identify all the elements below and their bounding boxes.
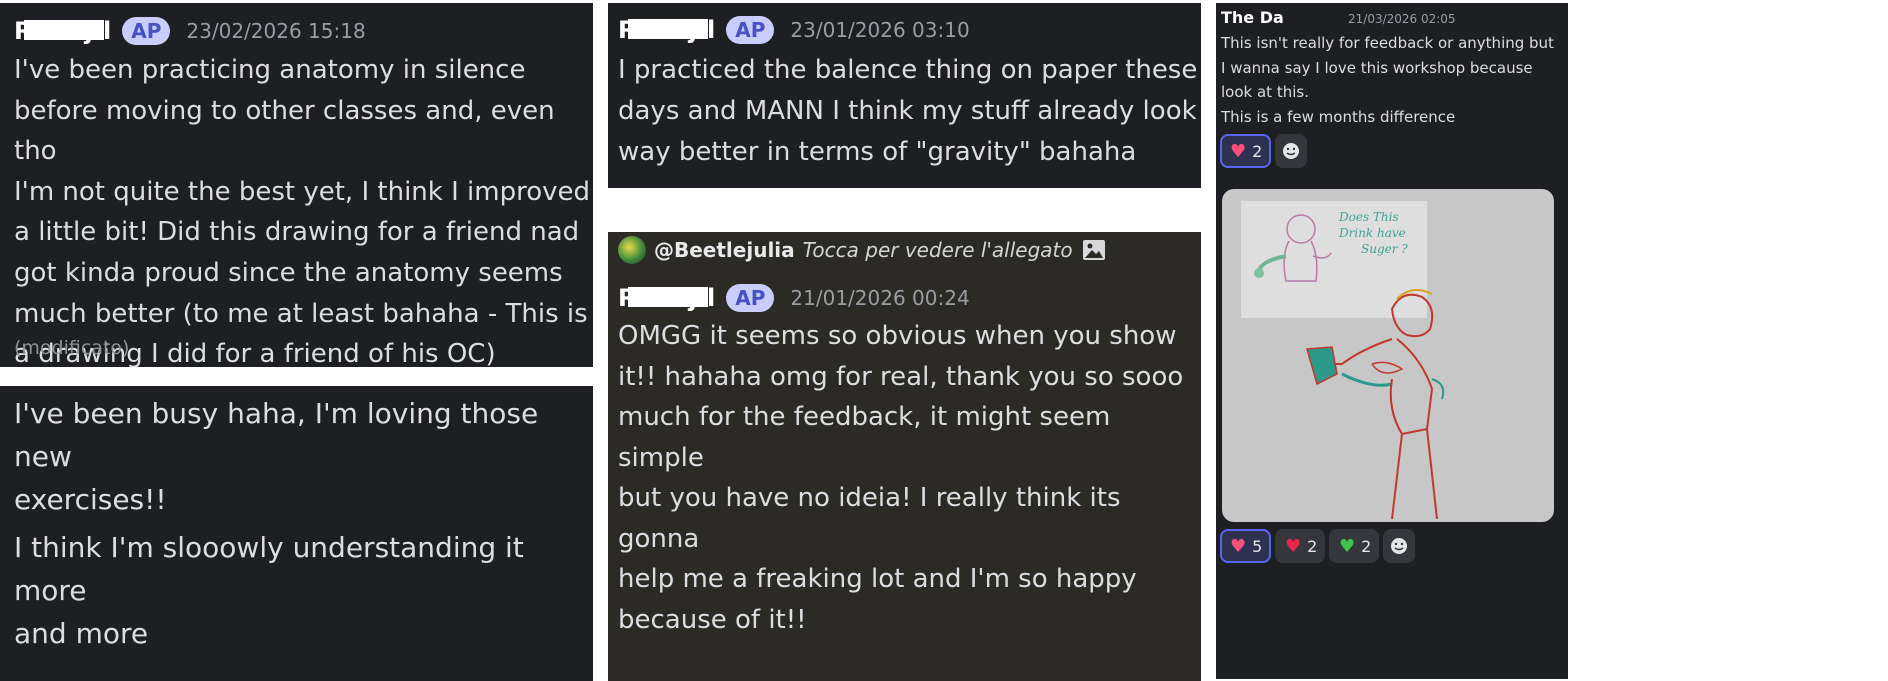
sparkling-heart-icon: ♥ [1230, 535, 1247, 557]
reaction-count: 2 [1252, 141, 1263, 161]
message-line: but you have no ideia! I really think it… [618, 483, 1121, 554]
message-body: OMGG it seems so obvious when you show i… [618, 316, 1201, 640]
username[interactable]: Ravejil [618, 284, 716, 312]
smiley-icon [1391, 538, 1407, 554]
message-line: help me a freaking lot and I'm so happy [618, 564, 1137, 594]
red-heart-icon: ♥ [1285, 535, 1302, 557]
reaction-red-heart[interactable]: ♥ 2 [1275, 529, 1325, 563]
message-line: and more [14, 617, 149, 650]
message-line: This isn't really for feedback or anythi… [1221, 34, 1554, 52]
smiley-icon [1283, 143, 1299, 159]
sketch-figure-new [1306, 289, 1445, 520]
message-body: I've been busy haha, I'm loving those ne… [14, 392, 593, 655]
green-heart-icon: ♥ [1339, 535, 1356, 557]
add-reaction-button[interactable] [1275, 134, 1307, 168]
message-line: This is a few months difference [1221, 107, 1456, 126]
message-header: Ravejil AP 23/02/2026 15:18 [14, 14, 366, 48]
add-reaction-button[interactable] [1383, 529, 1415, 563]
message-panel-3: Ravejil AP 23/01/2026 03:10 I practiced … [608, 3, 1201, 188]
message-header: Ravejil AP 23/01/2026 03:10 [618, 12, 970, 48]
message-line: I'm not quite the best yet, I think I im… [14, 176, 590, 207]
image-icon [1082, 240, 1105, 260]
message-line: much for the feedback, it might seem sim… [618, 402, 1111, 473]
message-line: got kinda proud since the anatomy seems [14, 257, 563, 288]
message-line: way better in terms of "gravity" bahaha [618, 137, 1137, 167]
message-line: I've been busy haha, I'm loving those ne… [14, 397, 539, 473]
username[interactable]: Ravejil [618, 16, 716, 44]
message-panel-2: I've been busy haha, I'm loving those ne… [0, 386, 593, 681]
username[interactable]: Ravejil [14, 17, 112, 45]
reaction-green-heart[interactable]: ♥ 2 [1329, 529, 1379, 563]
sparkling-heart-icon: ♥ [1230, 140, 1247, 162]
message-line: look at this. [1221, 83, 1309, 101]
message-body: I practiced the balence thing on paper t… [618, 50, 1197, 173]
message-line: days and MANN I think my stuff already l… [618, 96, 1197, 126]
message-header: The Da 21/03/2026 02:05 [1221, 8, 1561, 30]
message-body: I've been practicing anatomy in silence … [14, 50, 593, 367]
message-line: I think I'm slooowly understanding it mo… [14, 531, 524, 607]
timestamp: 21/03/2026 02:05 [1348, 12, 1456, 26]
message-line: OMGG it seems so obvious when you show [618, 321, 1177, 351]
message-panel-1: Ravejil AP 23/02/2026 15:18 I've been pr… [0, 3, 593, 367]
reaction-count: 2 [1361, 536, 1372, 556]
user-badge[interactable]: AP [122, 17, 171, 45]
edited-label: (modificato) [14, 337, 130, 359]
user-badge[interactable]: AP [726, 284, 775, 312]
message-line: much better (to me at least bahaha - Thi… [14, 298, 588, 329]
user-badge[interactable]: AP [726, 16, 775, 44]
reaction-count: 5 [1252, 536, 1263, 556]
message-header: Ravejil AP 21/01/2026 00:24 [618, 280, 970, 316]
reaction-sparkling-heart[interactable]: ♥ 2 [1220, 134, 1271, 168]
reply-preview[interactable]: @Beetlejulia Tocca per vedere l'allegato [618, 234, 1105, 266]
message-line: exercises!! [14, 483, 167, 516]
message-body: This isn't really for feedback or anythi… [1221, 31, 1554, 129]
timestamp: 21/01/2026 00:24 [790, 286, 970, 310]
message-line: before moving to other classes and, even… [14, 95, 555, 167]
reaction-count: 2 [1307, 536, 1318, 556]
message-line: I practiced the balence thing on paper t… [618, 55, 1198, 85]
timestamp: 23/01/2026 03:10 [790, 18, 970, 42]
reply-username[interactable]: @Beetlejulia [654, 238, 795, 262]
image-attachment[interactable]: Does This Drink have Suger ? [1222, 189, 1554, 522]
message-panel-4: @Beetlejulia Tocca per vedere l'allegato… [608, 232, 1201, 681]
message-line: a little bit! Did this drawing for a fri… [14, 217, 580, 248]
reaction-sparkling-heart[interactable]: ♥ 5 [1220, 529, 1271, 563]
timestamp: 23/02/2026 15:18 [186, 19, 366, 43]
message-panel-5: The Da 21/03/2026 02:05 This isn't reall… [1216, 3, 1568, 679]
reply-text[interactable]: Tocca per vedere l'allegato [803, 238, 1073, 262]
username[interactable]: The Da [1221, 8, 1284, 27]
message-line: I've been practicing anatomy in silence [14, 55, 526, 85]
message-line: it!! hahaha omg for real, thank you so s… [618, 361, 1184, 392]
message-line: I wanna say I love this workshop because [1221, 58, 1533, 77]
message-line: because of it!! [618, 604, 807, 635]
avatar[interactable] [618, 236, 646, 264]
